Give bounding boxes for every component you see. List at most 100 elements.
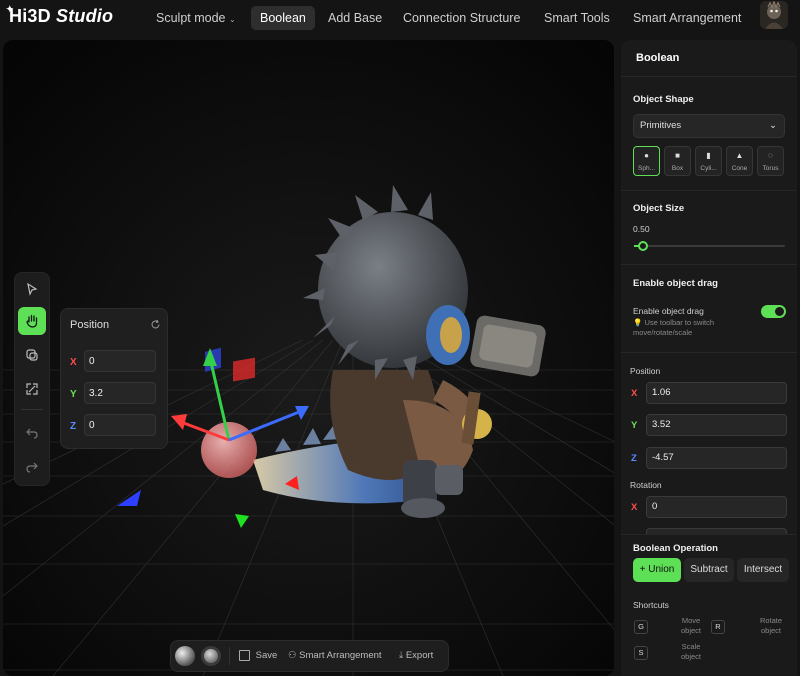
3d-viewport[interactable]: Position X 0 Y 3.2 Z 0 — [3, 40, 614, 676]
popover-z-input[interactable]: 0 — [84, 414, 156, 436]
position-popover: Position X 0 Y 3.2 Z 0 — [60, 308, 168, 449]
arrange-icon: ⚇ — [288, 650, 297, 661]
panel-divider — [621, 352, 797, 353]
popover-title: Position — [70, 319, 110, 331]
cone-icon: ▲ — [735, 151, 744, 160]
popover-z-label: Z — [70, 421, 77, 432]
save-label: Save — [255, 650, 278, 661]
bottombar-divider — [229, 647, 230, 665]
panel-divider — [621, 534, 797, 535]
popover-y-label: Y — [70, 389, 77, 400]
panel-title: Boolean — [636, 52, 680, 64]
drag-hint: 💡 Use toolbar to switch move/rotate/scal… — [633, 318, 743, 338]
undo-icon — [26, 428, 38, 439]
chevron-down-icon: ⌄ — [228, 15, 236, 24]
union-button[interactable]: + Union — [633, 558, 681, 582]
shortcuts-title: Shortcuts — [633, 600, 669, 610]
popover-x-label: X — [70, 357, 77, 368]
tool-toolbar — [14, 272, 50, 486]
shortcut-key-s: S — [634, 646, 648, 660]
scale-tool-button[interactable] — [18, 375, 46, 403]
rotate-tool-button[interactable] — [18, 341, 46, 369]
boolean-operation-title: Boolean Operation — [633, 543, 718, 554]
panel-divider — [621, 190, 797, 191]
shape-cone-label: Cone — [731, 165, 748, 172]
shortcut-scale-label: Scale object — [680, 642, 701, 661]
download-icon: ⤓ — [399, 650, 404, 661]
texture-sphere-button[interactable] — [201, 646, 221, 666]
shape-cylinder-button[interactable]: ▮ Cyli... — [695, 146, 722, 176]
nav-connection-structure[interactable]: Connection Structure — [394, 6, 529, 30]
position-x-input[interactable]: 1.06 — [646, 382, 787, 404]
nav-sculpt-label: Sculpt mode — [156, 11, 226, 25]
nav-smart-tools[interactable]: Smart Tools — [535, 6, 619, 30]
object-shape-title: Object Shape — [633, 94, 694, 105]
plus-icon: + — [639, 564, 646, 575]
cylinder-icon: ▮ — [706, 151, 711, 160]
shortcut-key-r: R — [711, 620, 725, 634]
box-icon: ■ — [675, 151, 680, 160]
select-tool-button[interactable] — [18, 275, 46, 303]
shortcut-rotate-label: Rotate object — [759, 616, 783, 635]
shape-torus-button[interactable]: ◌ Torus — [757, 146, 784, 176]
rotation-title: Rotation — [630, 480, 662, 490]
chevron-down-icon: ⌄ — [769, 120, 777, 131]
popover-x-input[interactable]: 0 — [84, 350, 156, 372]
pointer-icon — [27, 282, 38, 296]
position-y-input[interactable]: 3.52 — [646, 414, 787, 436]
shortcut-move-label: Move object — [680, 616, 701, 635]
rotation-x-label: X — [631, 502, 638, 513]
avatar[interactable] — [760, 1, 788, 29]
nav-boolean[interactable]: Boolean — [251, 6, 315, 30]
shape-category-dropdown[interactable]: Primitives ⌄ — [633, 114, 785, 138]
hand-icon — [26, 314, 38, 328]
redo-button[interactable] — [18, 453, 46, 481]
position-z-input[interactable]: -4.57 — [646, 447, 787, 469]
shape-category-value: Primitives — [640, 120, 682, 131]
shape-sphere-label: Sph... — [638, 165, 655, 172]
union-label: Union — [648, 564, 675, 575]
avatar-image — [760, 1, 788, 29]
shape-box-button[interactable]: ■ Box — [664, 146, 691, 176]
shape-box-label: Box — [671, 165, 684, 172]
top-bar: ✦ Hi3D Studio Sculpt mode ⌄ Boolean Add … — [0, 0, 800, 36]
save-button[interactable]: Save — [239, 641, 277, 671]
size-slider-thumb[interactable] — [638, 241, 649, 251]
shape-cylinder-label: Cyli... — [700, 165, 717, 172]
position-y-label: Y — [631, 420, 638, 431]
position-z-label: Z — [631, 453, 637, 464]
app-logo[interactable]: ✦ Hi3D Studio — [6, 4, 114, 27]
toolbar-divider — [21, 409, 43, 410]
lightbulb-icon: 💡 — [633, 318, 643, 327]
drag-section-title: Enable object drag — [633, 278, 718, 289]
subtract-button[interactable]: Subtract — [684, 558, 734, 582]
object-size-value: 0.50 — [633, 224, 650, 234]
subtract-label: Subtract — [690, 564, 728, 575]
expand-icon — [26, 383, 38, 395]
drag-toggle[interactable] — [761, 305, 786, 318]
move-tool-button[interactable] — [18, 307, 46, 335]
intersect-button[interactable]: Intersect — [737, 558, 789, 582]
smart-arrangement-button[interactable]: ⚇ Smart Arrangement — [288, 641, 382, 671]
matcap-sphere-button[interactable] — [175, 646, 195, 666]
textured-sphere-icon — [204, 649, 218, 663]
export-label: Export — [405, 650, 434, 661]
drag-toggle-label: Enable object drag — [633, 306, 704, 316]
popover-y-input[interactable]: 3.2 — [84, 382, 156, 404]
rotation-x-input[interactable]: 0 — [646, 496, 787, 518]
undo-button[interactable] — [18, 419, 46, 447]
position-title: Position — [630, 366, 661, 376]
export-button[interactable]: ⤓ Export — [399, 641, 433, 671]
nav-smart-arrangement[interactable]: Smart Arrangement — [624, 6, 750, 30]
nav-add-base[interactable]: Add Base — [319, 6, 391, 30]
shape-sphere-button[interactable]: ● Sph... — [633, 146, 660, 176]
reset-icon[interactable] — [150, 319, 161, 330]
shape-cone-button[interactable]: ▲ Cone — [726, 146, 753, 176]
logo-sub: Studio — [56, 6, 114, 26]
drag-hint-text: Use toolbar to switch move/rotate/scale — [633, 318, 715, 337]
save-icon — [239, 649, 250, 661]
nav-sculpt-mode[interactable]: Sculpt mode ⌄ — [147, 6, 245, 30]
sparkle-icon: ✦ — [6, 4, 14, 14]
size-slider-track[interactable] — [634, 241, 785, 251]
smart-arrangement-label: Smart Arrangement — [299, 650, 382, 661]
